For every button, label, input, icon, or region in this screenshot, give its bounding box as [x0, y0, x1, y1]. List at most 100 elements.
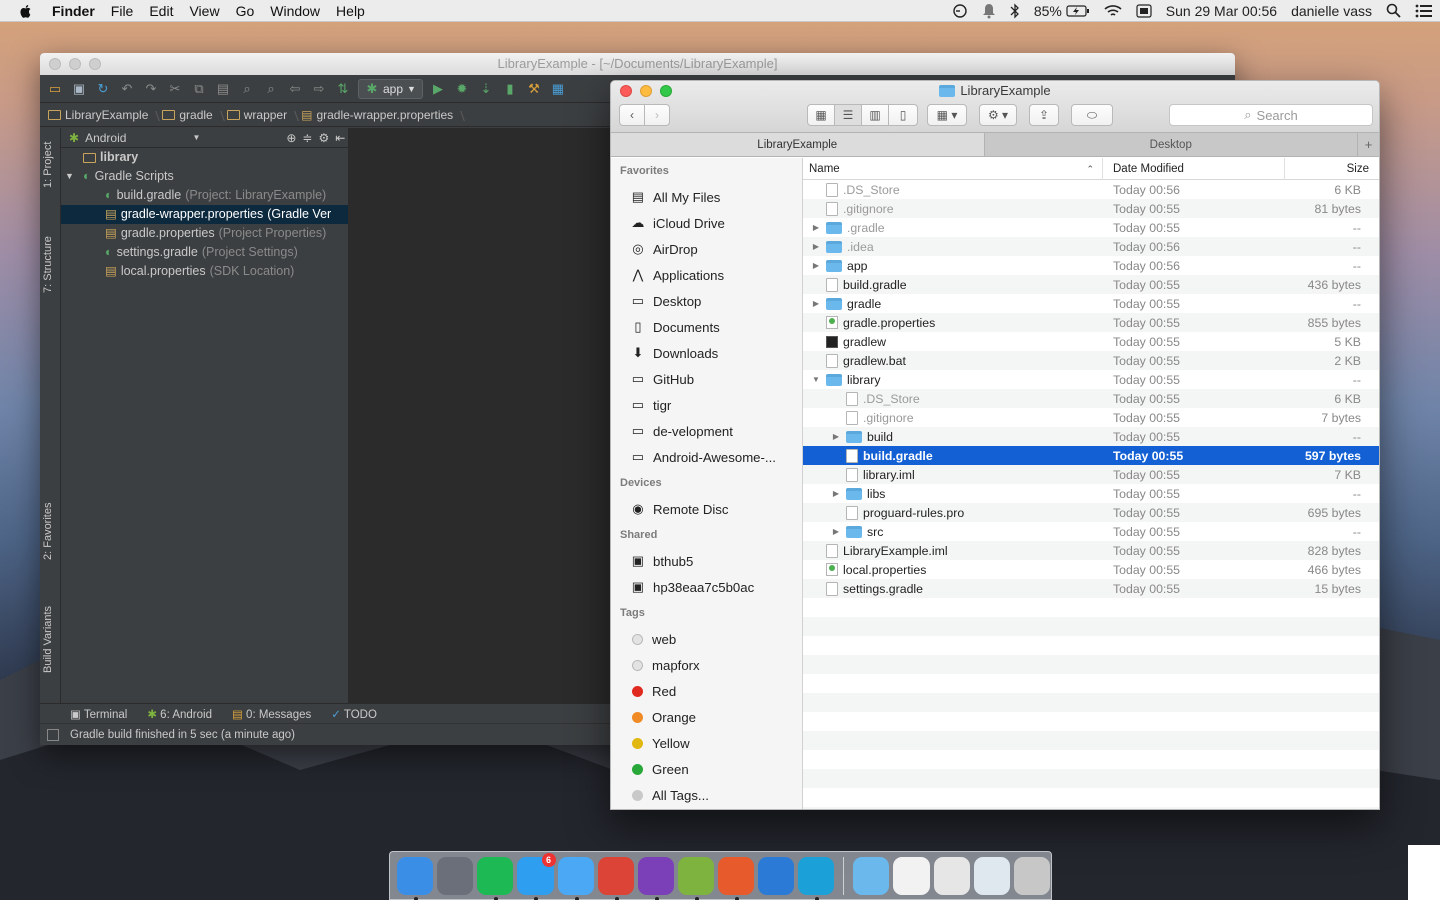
tab-libraryexample[interactable]: LibraryExample	[611, 133, 985, 156]
document-preview-icon[interactable]	[973, 856, 1010, 895]
xcode-icon[interactable]	[758, 856, 795, 895]
file-row[interactable]: build.gradle Today 00:55 436 bytes	[803, 275, 1379, 294]
cut-icon[interactable]: ✂	[166, 80, 184, 98]
sidebar-item-tag[interactable]: Green	[611, 756, 802, 782]
file-row[interactable]: ▶ gradle Today 00:55 --	[803, 294, 1379, 313]
column-view-button[interactable]: ▥	[861, 104, 889, 126]
hide-panel-icon[interactable]: ⇤	[335, 131, 345, 145]
screenshot-stack-icon[interactable]	[933, 856, 970, 895]
open-folder-icon[interactable]: ▭	[46, 80, 64, 98]
menu-view[interactable]: View	[181, 3, 227, 19]
sidebar-item-tag[interactable]: Red	[611, 678, 802, 704]
file-row[interactable]: settings.gradle Today 00:55 15 bytes	[803, 579, 1379, 598]
time-machine-icon[interactable]	[945, 3, 975, 19]
run-config-select[interactable]: ✱ app ▼	[358, 78, 423, 99]
notification-bell-icon[interactable]	[975, 3, 1003, 19]
disclosure-triangle-icon[interactable]: ▶	[831, 527, 841, 536]
tab-desktop[interactable]: Desktop	[984, 133, 1357, 156]
arrange-button[interactable]: ▦ ▾	[927, 104, 967, 126]
disclosure-triangle-icon[interactable]: ▶	[811, 261, 821, 270]
file-row[interactable]: ▶ app Today 00:56 --	[803, 256, 1379, 275]
disclosure-triangle-icon[interactable]: ▶	[811, 242, 821, 251]
disclosure-triangle-icon[interactable]: ▼	[811, 375, 821, 384]
wifi-icon[interactable]	[1097, 4, 1129, 18]
github-icon[interactable]	[637, 856, 674, 900]
sidebar-item-remote-disc[interactable]: ◉ Remote Disc	[611, 496, 802, 522]
tree-item-gradle-properties[interactable]: ▤ gradle.properties (Project Properties)	[61, 224, 348, 243]
sync-icon[interactable]: ↻	[94, 80, 112, 98]
back-icon[interactable]: ⇦	[286, 80, 304, 98]
tree-item-library[interactable]: library	[61, 148, 348, 167]
sidebar-item-tag[interactable]: web	[611, 626, 802, 652]
disclosure-triangle-icon[interactable]: ▶	[811, 223, 821, 232]
disclosure-triangle-icon[interactable]: ▶	[811, 299, 821, 308]
as-zoom-button[interactable]	[89, 58, 101, 70]
tab-terminal[interactable]: ▣ Terminal	[70, 707, 127, 721]
file-row[interactable]: ▶ .idea Today 00:56 --	[803, 237, 1379, 256]
back-button[interactable]: ‹	[619, 104, 645, 126]
redo-icon[interactable]: ↷	[142, 80, 160, 98]
collapse-all-icon[interactable]: ≑	[302, 131, 312, 145]
file-row[interactable]: .gitignore Today 00:55 81 bytes	[803, 199, 1379, 218]
sidebar-item-de-velopment[interactable]: ▭ de-velopment	[611, 418, 802, 444]
menu-file[interactable]: File	[103, 3, 142, 19]
sidebar-item-tag[interactable]: All Tags...	[611, 782, 802, 808]
file-row[interactable]: local.properties Today 00:55 466 bytes	[803, 560, 1379, 579]
launchpad-icon[interactable]	[437, 856, 474, 895]
file-row[interactable]: ▼ library Today 00:55 --	[803, 370, 1379, 389]
breadcrumb-item[interactable]: LibraryExample	[48, 108, 158, 122]
scroll-from-source-icon[interactable]: ⊕	[286, 131, 296, 145]
copy-icon[interactable]: ⧉	[190, 80, 208, 98]
column-size[interactable]: Size	[1285, 158, 1379, 180]
sidebar-item-airdrop[interactable]: ◎ AirDrop	[611, 236, 802, 262]
search-field[interactable]: ⌕ Search	[1169, 104, 1373, 126]
debug-icon[interactable]: ✹	[453, 80, 471, 98]
tree-item-settings-gradle[interactable]: ◐ settings.gradle (Project Settings)	[61, 243, 348, 262]
cover-flow-button[interactable]: ▯	[888, 104, 918, 126]
as-close-button[interactable]	[49, 58, 61, 70]
breadcrumb-item[interactable]: gradle	[162, 108, 222, 122]
trash-icon[interactable]	[1013, 856, 1050, 895]
file-row[interactable]: gradlew Today 00:55 5 KB	[803, 332, 1379, 351]
edit-tags-button[interactable]: ⬭	[1071, 104, 1113, 126]
file-row[interactable]: ▶ libs Today 00:55 --	[803, 484, 1379, 503]
sublime-icon[interactable]	[718, 856, 755, 900]
sidebar-item-desktop[interactable]: ▭ Desktop	[611, 288, 802, 314]
sidebar-item-all-my-files[interactable]: ▤ All My Files	[611, 184, 802, 210]
sidebar-item-tigr[interactable]: ▭ tigr	[611, 392, 802, 418]
toggle-tool-windows-icon[interactable]	[47, 729, 59, 741]
android-studio-icon[interactable]	[677, 856, 714, 900]
file-row[interactable]: LibraryExample.iml Today 00:55 828 bytes	[803, 541, 1379, 560]
bluetooth-icon[interactable]	[1003, 2, 1027, 19]
tree-item-gradle-scripts[interactable]: ▼ ◐ Gradle Scripts	[61, 167, 348, 186]
run-icon[interactable]: ▶	[429, 80, 447, 98]
as-minimize-button[interactable]	[69, 58, 81, 70]
file-row[interactable]: build.gradle Today 00:55 597 bytes	[803, 446, 1379, 465]
sidebar-item-icloud-drive[interactable]: ☁ iCloud Drive	[611, 210, 802, 236]
file-row[interactable]: ▶ .gradle Today 00:55 --	[803, 218, 1379, 237]
app-store-icon[interactable]: 6	[517, 852, 556, 900]
finder-icon[interactable]	[397, 856, 434, 900]
icon-view-button[interactable]: ▦	[807, 104, 835, 126]
breadcrumb-item[interactable]: ▤ gradle-wrapper.properties	[301, 108, 463, 122]
menu-edit[interactable]: Edit	[141, 3, 181, 19]
avd-manager-icon[interactable]: ▮	[501, 80, 519, 98]
column-date-modified[interactable]: Date Modified	[1103, 157, 1285, 180]
file-row[interactable]: .gitignore Today 00:55 7 bytes	[803, 408, 1379, 427]
tab-structure[interactable]: 7: Structure	[42, 236, 54, 293]
menu-go[interactable]: Go	[228, 3, 263, 19]
messages-icon[interactable]	[557, 856, 594, 900]
tab-android[interactable]: ✱ 6: Android	[147, 707, 212, 721]
document-stack-icon[interactable]	[893, 856, 930, 895]
chrome-icon[interactable]	[597, 856, 634, 900]
mou-icon[interactable]	[798, 856, 835, 900]
gear-icon[interactable]: ⚙	[318, 131, 329, 145]
file-row[interactable]: ▶ src Today 00:55 --	[803, 522, 1379, 541]
expanded-arrow-icon[interactable]: ▼	[65, 167, 79, 186]
user-name[interactable]: danielle vass	[1284, 3, 1379, 19]
new-tab-button[interactable]: +	[1357, 133, 1379, 156]
clock[interactable]: Sun 29 Mar 00:56	[1159, 3, 1284, 19]
battery-status[interactable]: 85%	[1027, 3, 1097, 19]
view-selector[interactable]: Android	[85, 131, 126, 145]
sidebar-item-documents[interactable]: ▯ Documents	[611, 314, 802, 340]
